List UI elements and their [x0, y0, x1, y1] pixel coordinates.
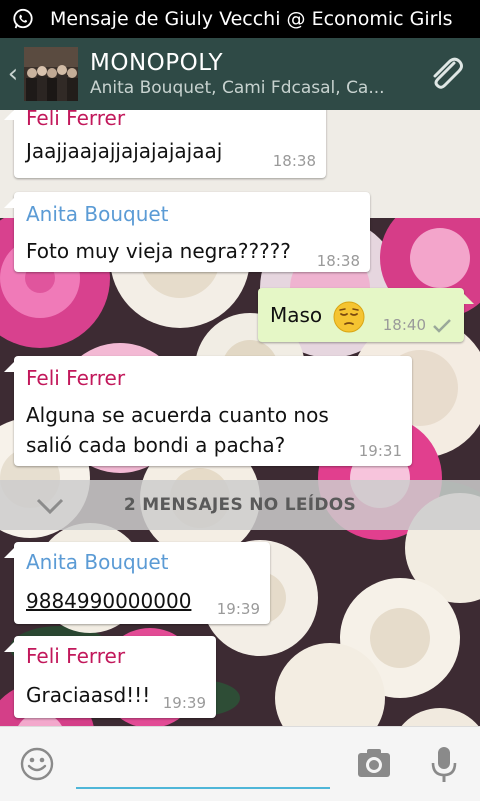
message-bubble[interactable]: Feli Ferrer Graciaasd!!! 19:39	[4, 636, 216, 718]
pensive-face-emoji	[333, 301, 365, 333]
unread-count-label: 2 MENSAJES NO LEÍDOS	[123, 495, 357, 515]
message-time: 18:38	[316, 252, 360, 270]
microphone-icon[interactable]	[430, 745, 458, 785]
phone-number-link[interactable]: 9884990000000	[26, 586, 191, 616]
message-text: Jaajjaajajjajajajajaaj	[26, 139, 223, 163]
message-input-bar	[0, 726, 480, 801]
message-text-line-1: Alguna se acuerda cuanto nos	[26, 403, 329, 427]
sender-name[interactable]: Feli Ferrer	[26, 110, 125, 130]
sender-name[interactable]: Anita Bouquet	[26, 202, 169, 226]
message-text: Foto muy vieja negra?????	[26, 239, 291, 263]
notification-ticker: Mensaje de Giuly Vecchi @ Economic Girls	[50, 8, 453, 30]
message-time: 18:38	[272, 152, 316, 170]
message-bubble[interactable]: Feli Ferrer Alguna se acuerda cuanto nos…	[4, 356, 412, 466]
message-input[interactable]	[76, 741, 330, 789]
unread-messages-divider: 2 MENSAJES NO LEÍDOS	[0, 480, 480, 530]
back-chevron-icon[interactable]: ‹	[2, 59, 24, 89]
chat-title: MONOPOLY	[90, 50, 224, 76]
whatsapp-icon	[13, 8, 33, 29]
sender-name[interactable]: Feli Ferrer	[26, 366, 125, 390]
camera-icon[interactable]	[356, 747, 392, 779]
message-time: 19:31	[358, 442, 402, 460]
chat-header[interactable]: ‹ MONOPOLY Anita Bouquet, Cami Fdcasal, …	[0, 38, 480, 110]
message-text: Maso	[270, 303, 323, 327]
sender-name[interactable]: Feli Ferrer	[26, 644, 125, 668]
status-bar: Mensaje de Giuly Vecchi @ Economic Girls	[0, 0, 480, 38]
message-bubble-outgoing[interactable]: Maso 18:40	[258, 288, 474, 342]
message-text-line-2: salió cada bondi a pacha?	[26, 433, 286, 457]
emoji-icon[interactable]	[20, 747, 54, 781]
message-bubble[interactable]: Anita Bouquet 9884990000000 19:39	[4, 542, 270, 624]
attach-paperclip-icon[interactable]	[426, 54, 466, 94]
sender-name[interactable]: Anita Bouquet	[26, 550, 169, 574]
message-time: 18:40	[382, 316, 426, 334]
message-bubble[interactable]: Anita Bouquet Foto muy vieja negra????? …	[4, 192, 370, 272]
message-bubble[interactable]: Feli Ferrer Jaajjaajajjajajajajaaj 18:38	[4, 110, 326, 178]
message-time: 19:39	[162, 694, 206, 712]
message-text: Graciaasd!!!	[26, 683, 151, 707]
chat-area[interactable]: Feli Ferrer Jaajjaajajjajajajajaaj 18:38…	[0, 110, 480, 726]
chevron-down-icon[interactable]	[34, 490, 66, 520]
delivered-check-icon	[433, 319, 451, 333]
message-time: 19:39	[216, 600, 260, 618]
group-avatar[interactable]	[24, 47, 78, 101]
chat-participants: Anita Bouquet, Cami Fdcasal, Ca...	[90, 78, 385, 98]
